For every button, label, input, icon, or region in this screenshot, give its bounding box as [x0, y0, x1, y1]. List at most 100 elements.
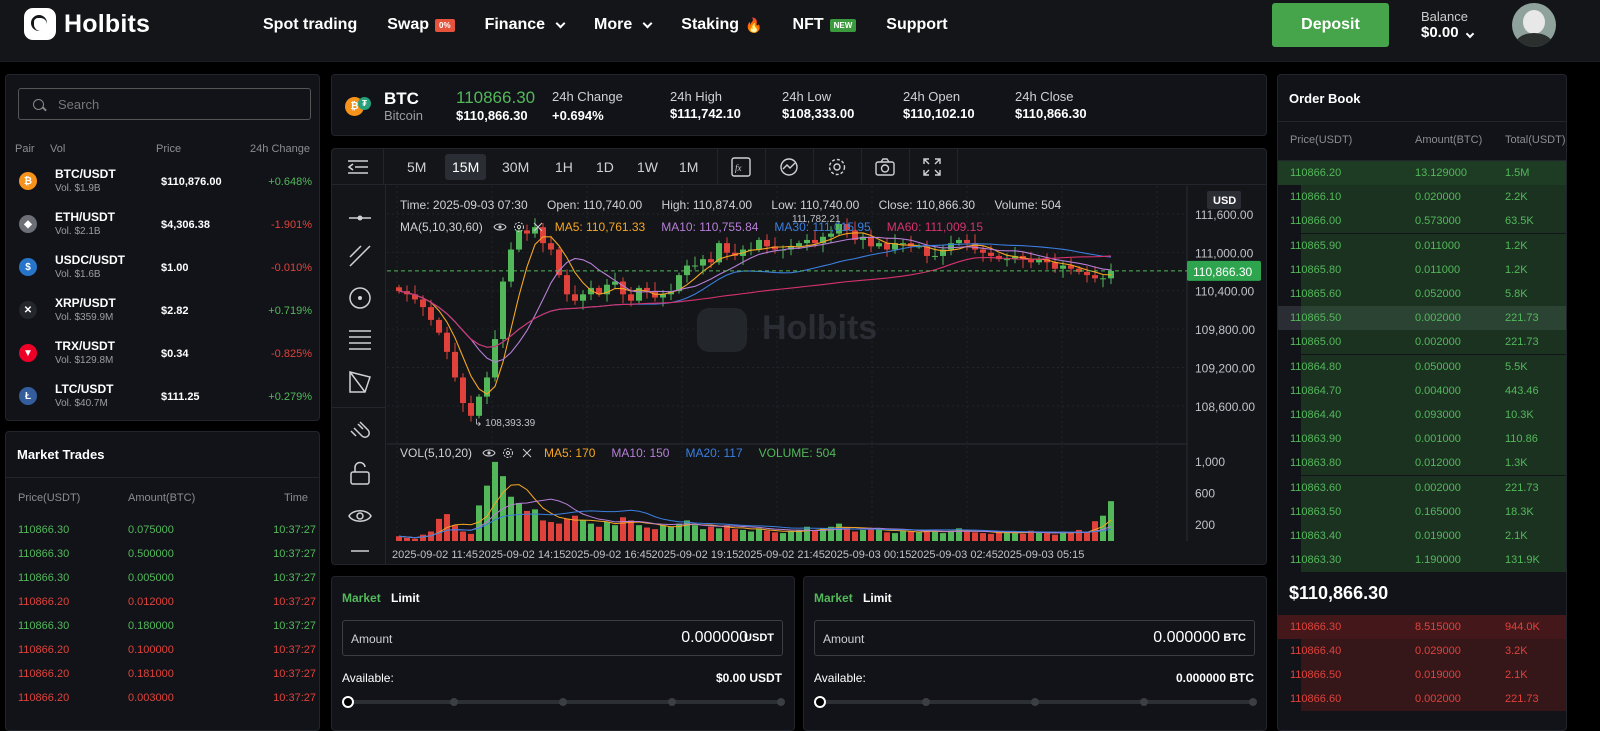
tab-limit[interactable]: Limit — [391, 591, 420, 605]
lock-icon[interactable] — [347, 461, 373, 487]
eye-icon[interactable] — [493, 222, 507, 232]
ask-row[interactable]: 110866.40 0.029000 3.2K — [1278, 639, 1566, 663]
bid-row[interactable]: 110866.00 0.573000 63.5K — [1278, 209, 1566, 234]
bid-row[interactable]: 110865.00 0.002000 221.73 — [1278, 330, 1566, 355]
bid-row[interactable]: 110863.30 1.190000 131.9K — [1278, 548, 1566, 573]
timeframe-1h[interactable]: 1H — [555, 159, 573, 175]
camera-icon[interactable] — [875, 157, 895, 177]
search-input[interactable]: Search — [58, 97, 99, 112]
bid-row[interactable]: 110863.90 0.001000 110.86 — [1278, 427, 1566, 452]
gear-icon[interactable] — [502, 447, 514, 459]
indicators-icon[interactable]: fx — [731, 157, 751, 177]
ma30-value: MA30: 111,015.95 — [774, 220, 871, 234]
price-chart[interactable]: Holbits110,866.30112,200.00111,600.00111… — [387, 186, 1267, 565]
close-icon[interactable] — [522, 448, 532, 458]
ask-row[interactable]: 110866.60 0.002000 221.73 — [1278, 687, 1566, 711]
ohlc-close: Close: 110,866.30 — [878, 198, 976, 212]
market-row-ltc[interactable]: Ł LTC/USDT Vol. $40.7M $111.25 +0.279% — [15, 377, 320, 417]
x-tick-label: 2025-09-02 21:45 — [738, 549, 825, 561]
tab-limit[interactable]: Limit — [863, 591, 892, 605]
nav-swap[interactable]: Swap 0% — [387, 16, 455, 34]
market-row-trx[interactable]: ▼ TRX/USDT Vol. $129.8M $0.34 -0.825% — [15, 334, 320, 374]
bid-price: 110866.10 — [1290, 191, 1342, 204]
drawing-toolbar-toggle-icon[interactable] — [347, 159, 369, 175]
bid-row[interactable]: 110864.80 0.050000 5.5K — [1278, 354, 1566, 379]
brand-logo[interactable]: Holbits — [24, 8, 150, 40]
magnet-icon[interactable] — [347, 419, 373, 445]
slider-handle[interactable] — [342, 696, 354, 708]
candle-body — [396, 287, 402, 292]
market-row-btc[interactable]: ₿ BTC/USDT Vol. $1.9B $110,876.00 +0.648% — [15, 162, 320, 202]
chart-type-icon[interactable] — [779, 157, 799, 177]
bid-row[interactable]: 110863.80 0.012000 1.3K — [1278, 451, 1566, 476]
deposit-button[interactable]: Deposit — [1272, 3, 1389, 47]
bid-row[interactable]: 110865.90 0.011000 1.2K — [1278, 233, 1566, 258]
col-amount: Amount(BTC) — [1415, 134, 1483, 146]
bid-total: 1.3K — [1505, 457, 1528, 470]
fibonacci-tool-icon[interactable] — [347, 327, 373, 353]
timeframe-30m[interactable]: 30M — [502, 159, 529, 175]
bid-row[interactable]: 110865.80 0.011000 1.2K — [1278, 257, 1566, 282]
nav-nft[interactable]: NFT NEW — [793, 16, 857, 34]
timeframe-5m[interactable]: 5M — [407, 159, 426, 175]
bid-price: 110863.90 — [1290, 433, 1342, 446]
logo-icon — [24, 8, 56, 40]
bid-row[interactable]: 110866.10 0.020000 2.2K — [1278, 185, 1566, 210]
candle-body — [1052, 262, 1058, 269]
market-row-eth[interactable]: ◆ ETH/USDT Vol. $2.1B $4,306.38 -1.901% — [15, 205, 320, 245]
bid-total: 110.86 — [1505, 433, 1538, 446]
x-tick-label: 2025-09-03 02:45 — [911, 549, 998, 561]
settings-gear-icon[interactable] — [827, 157, 847, 177]
timeframe-1d[interactable]: 1D — [596, 159, 614, 175]
bid-amount: 0.011000 — [1415, 239, 1461, 252]
buy-amount-slider[interactable] — [342, 696, 785, 708]
nav-spot-trading[interactable]: Spot trading — [263, 16, 357, 34]
buy-amount-input[interactable]: Amount 0.000000 USDT — [342, 620, 783, 656]
y-tick-label: 110,400.00 — [1195, 285, 1254, 299]
amount-value[interactable]: 0.000000 — [681, 629, 748, 647]
volume-bar — [588, 523, 594, 541]
bid-row[interactable]: 110863.50 0.165000 18.3K — [1278, 499, 1566, 524]
sell-amount-input[interactable]: Amount 0.000000 BTC — [814, 620, 1255, 656]
bid-row[interactable]: 110866.20 13.129000 1.5M — [1278, 161, 1566, 185]
pattern-tool-icon[interactable] — [347, 369, 373, 395]
delete-drawings-icon[interactable] — [347, 545, 373, 565]
nav-finance[interactable]: Finance — [485, 16, 566, 34]
bid-row[interactable]: 110865.50 0.002000 221.73 — [1278, 306, 1566, 331]
fullscreen-icon[interactable] — [923, 158, 941, 176]
amount-value[interactable]: 0.000000 — [1153, 629, 1220, 647]
close-icon[interactable] — [533, 222, 543, 232]
timeframe-1m[interactable]: 1M — [679, 159, 698, 175]
bid-row[interactable]: 110864.70 0.004000 443.46 — [1278, 378, 1566, 403]
slider-handle[interactable] — [814, 696, 826, 708]
tab-market[interactable]: Market — [814, 591, 853, 605]
market-row-xrp[interactable]: ✕ XRP/USDT Vol. $359.9M $2.82 +0.719% — [15, 291, 320, 331]
sell-form-panel: Market Limit Amount 0.000000 BTC Availab… — [803, 576, 1267, 731]
bid-row[interactable]: 110864.40 0.093000 10.3K — [1278, 403, 1566, 427]
ohlc-time: Time: 2025-09-03 07:30 — [400, 198, 528, 212]
ask-row[interactable]: 110866.50 0.019000 2.1K — [1278, 663, 1566, 687]
timeframe-15m[interactable]: 15M — [445, 154, 487, 180]
market-search[interactable]: Search — [18, 88, 311, 120]
balance-dropdown[interactable]: Balance $0.00 — [1421, 9, 1474, 41]
eye-icon[interactable] — [482, 448, 496, 458]
ask-row[interactable]: 110866.30 8.515000 944.0K — [1278, 615, 1566, 639]
nav-more[interactable]: More — [594, 16, 653, 34]
bid-amount: 0.165000 — [1415, 505, 1461, 518]
eye-icon[interactable] — [347, 503, 373, 529]
bid-row[interactable]: 110863.40 0.019000 2.1K — [1278, 524, 1566, 548]
market-row-usdc[interactable]: $ USDC/USDT Vol. $1.6B $1.00 -0.010% — [15, 248, 320, 288]
horizontal-line-tool-icon[interactable] — [347, 205, 373, 231]
circle-tool-icon[interactable] — [347, 285, 373, 311]
user-avatar[interactable] — [1512, 3, 1556, 47]
bid-row[interactable]: 110865.60 0.052000 5.8K — [1278, 282, 1566, 306]
nav-staking[interactable]: Staking 🔥 — [681, 16, 762, 34]
tab-market[interactable]: Market — [342, 591, 381, 605]
timeframe-1w[interactable]: 1W — [637, 159, 658, 175]
candle-body — [764, 239, 770, 247]
gear-icon[interactable] — [513, 221, 525, 233]
trend-line-tool-icon[interactable] — [347, 243, 373, 269]
sell-amount-slider[interactable] — [814, 696, 1257, 708]
bid-row[interactable]: 110863.60 0.002000 221.73 — [1278, 475, 1566, 500]
nav-support[interactable]: Support — [886, 16, 947, 34]
